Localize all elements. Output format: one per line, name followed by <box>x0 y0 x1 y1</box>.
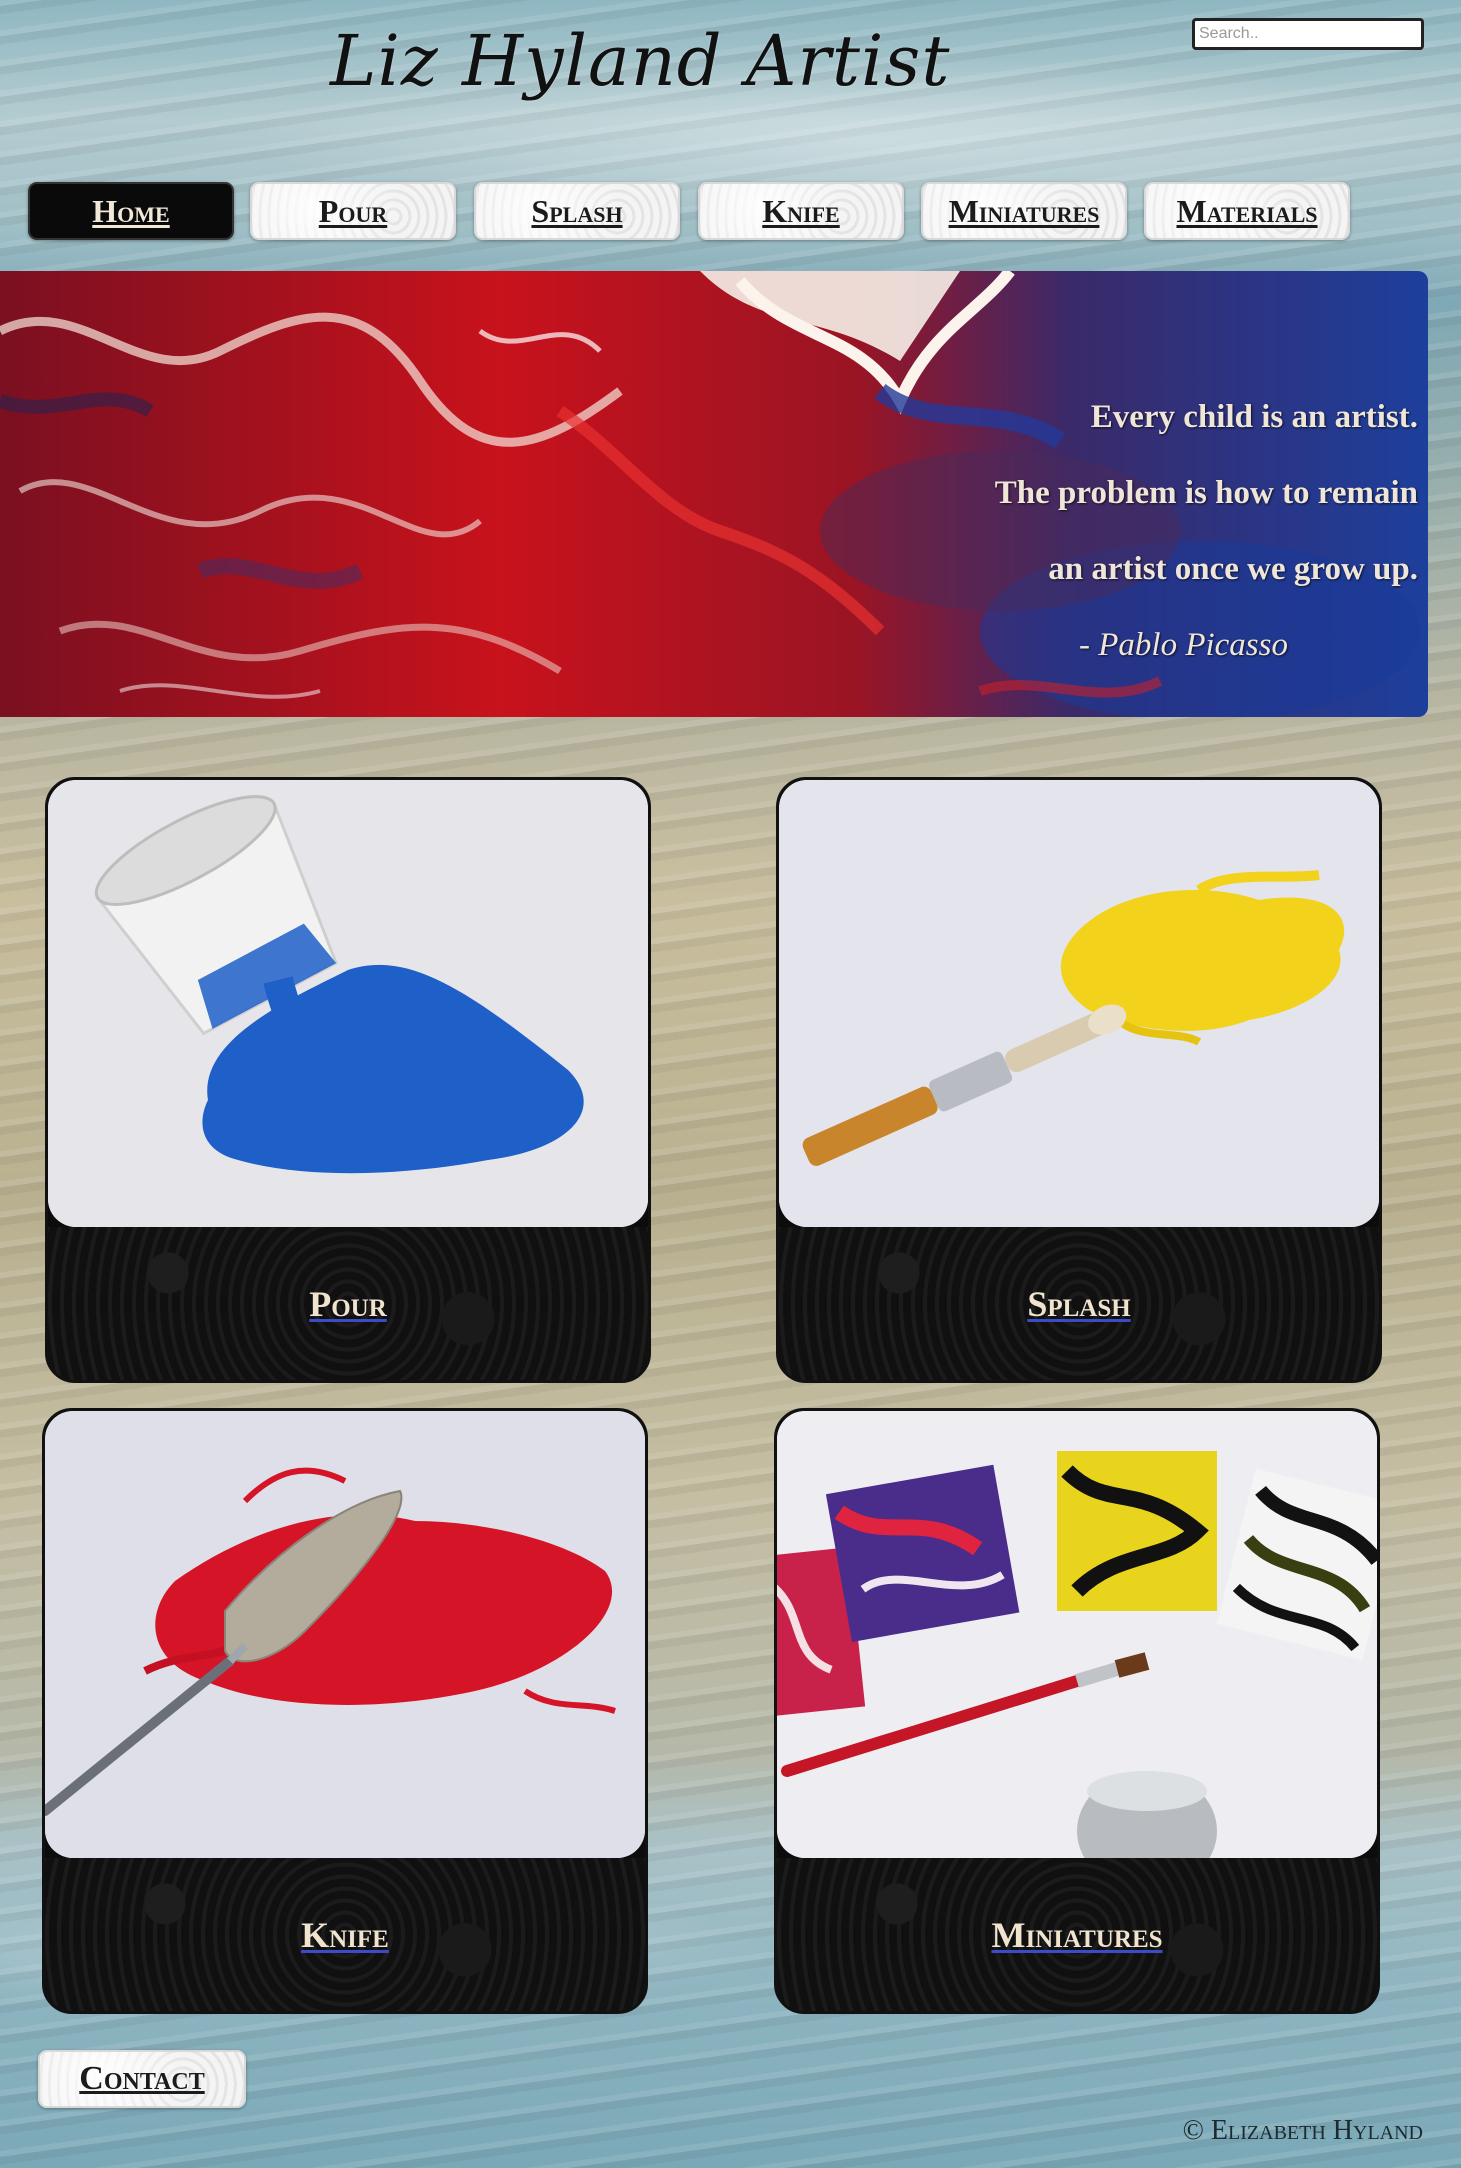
splash-caption: Splash <box>779 1227 1379 1380</box>
quote-line-1: Every child is an artist. <box>1090 399 1418 435</box>
site-title: Liz Hyland Artist <box>330 20 951 102</box>
contact-button[interactable]: Contact <box>38 2050 246 2108</box>
pour-caption: Pour <box>48 1227 648 1380</box>
nav-home[interactable]: Home <box>28 182 234 240</box>
gallery-label-splash[interactable]: Splash <box>1027 1283 1130 1325</box>
copyright-text: © Elizabeth Hyland <box>1182 2115 1423 2146</box>
miniatures-photo <box>777 1411 1377 1858</box>
hero-banner: Every child is an artist. The problem is… <box>0 271 1428 717</box>
nav-knife[interactable]: Knife <box>698 182 904 240</box>
nav-miniatures[interactable]: Miniatures <box>921 182 1127 240</box>
quote-author: - Pablo Picasso <box>1079 627 1288 663</box>
gallery-card-miniatures[interactable]: Miniatures <box>774 1408 1380 2014</box>
quote-line-2: The problem is how to remain <box>994 475 1418 511</box>
knife-caption: Knife <box>45 1858 645 2011</box>
gallery-card-splash[interactable]: Splash <box>776 777 1382 1383</box>
miniatures-caption: Miniatures <box>777 1858 1377 2011</box>
gallery-label-knife[interactable]: Knife <box>301 1914 389 1956</box>
knife-photo <box>45 1411 645 1858</box>
gallery-card-pour[interactable]: Pour <box>45 777 651 1383</box>
nav-splash[interactable]: Splash <box>474 182 680 240</box>
nav-materials[interactable]: Materials <box>1144 182 1350 240</box>
gallery-label-miniatures[interactable]: Miniatures <box>991 1914 1162 1956</box>
gallery-label-pour[interactable]: Pour <box>309 1283 387 1325</box>
nav-pour[interactable]: Pour <box>250 182 456 240</box>
splash-photo <box>779 780 1379 1227</box>
quote-line-3: an artist once we grow up. <box>1048 551 1418 587</box>
pour-photo <box>48 780 648 1227</box>
search-input[interactable] <box>1192 18 1424 50</box>
banner-quote: Every child is an artist. The problem is… <box>858 379 1418 683</box>
gallery-card-knife[interactable]: Knife <box>42 1408 648 2014</box>
